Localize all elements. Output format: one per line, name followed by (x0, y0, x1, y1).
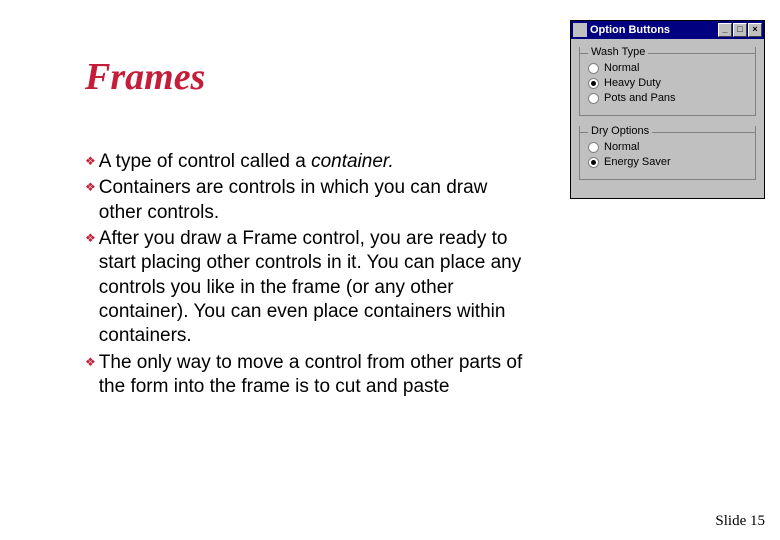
app-icon (573, 23, 587, 37)
frame-title: Dry Options (588, 125, 652, 137)
window-title: Option Buttons (590, 24, 718, 36)
close-button[interactable]: × (748, 23, 762, 37)
bullet-list: ❖ A type of control called a container. … (85, 150, 525, 401)
list-item: ❖ The only way to move a control from ot… (85, 351, 525, 400)
radio-label: Pots and Pans (604, 92, 676, 104)
radio-option[interactable]: Energy Saver (588, 156, 747, 168)
window-titlebar: Option Buttons _ □ × (571, 21, 764, 39)
bullet-text: The only way to move a control from othe… (99, 351, 525, 400)
radio-icon (588, 63, 599, 74)
radio-icon (588, 157, 599, 168)
minimize-button[interactable]: _ (718, 23, 732, 37)
diamond-bullet-icon: ❖ (85, 154, 96, 168)
slide-number: Slide 15 (715, 513, 765, 530)
radio-option[interactable]: Normal (588, 62, 747, 74)
radio-label: Normal (604, 62, 639, 74)
diamond-bullet-icon: ❖ (85, 180, 96, 194)
radio-icon (588, 142, 599, 153)
frame-wash-type: Wash Type Normal Heavy Duty Pots and Pan… (579, 47, 756, 116)
maximize-button[interactable]: □ (733, 23, 747, 37)
radio-icon (588, 78, 599, 89)
diamond-bullet-icon: ❖ (85, 231, 96, 245)
example-window: Option Buttons _ □ × Wash Type Normal He… (570, 20, 765, 199)
radio-option[interactable]: Normal (588, 141, 747, 153)
list-item: ❖ After you draw a Frame control, you ar… (85, 227, 525, 349)
bullet-text: Containers are controls in which you can… (99, 176, 525, 225)
frame-title: Wash Type (588, 46, 648, 58)
bullet-text: After you draw a Frame control, you are … (99, 227, 525, 349)
diamond-bullet-icon: ❖ (85, 355, 96, 369)
radio-option[interactable]: Heavy Duty (588, 77, 747, 89)
list-item: ❖ Containers are controls in which you c… (85, 176, 525, 225)
frame-dry-options: Dry Options Normal Energy Saver (579, 126, 756, 180)
radio-label: Heavy Duty (604, 77, 661, 89)
window-body: Wash Type Normal Heavy Duty Pots and Pan… (571, 39, 764, 198)
bullet-text: A type of control called a container. (99, 150, 394, 174)
list-item: ❖ A type of control called a container. (85, 150, 525, 174)
slide-title: Frames (85, 55, 205, 99)
radio-icon (588, 93, 599, 104)
radio-label: Normal (604, 141, 639, 153)
radio-option[interactable]: Pots and Pans (588, 92, 747, 104)
window-buttons: _ □ × (718, 23, 762, 37)
radio-label: Energy Saver (604, 156, 671, 168)
